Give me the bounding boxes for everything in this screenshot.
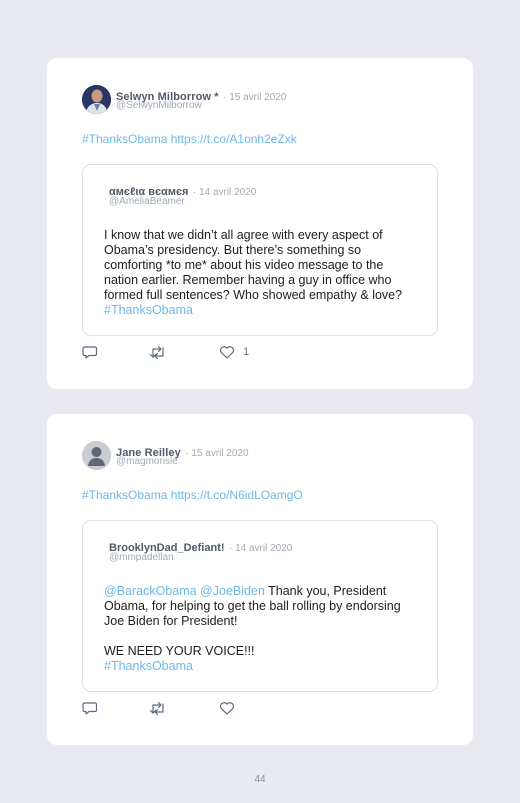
tweet-text[interactable]: #ThanksObama https://t.co/A1onh2eZxk bbox=[82, 132, 297, 146]
retweet-icon[interactable] bbox=[149, 345, 167, 361]
quoted-handle[interactable]: @AmeliaBeamer bbox=[109, 196, 185, 207]
quoted-handle[interactable]: @mmpadellan bbox=[109, 552, 174, 563]
hashtag-link[interactable]: #ThanksObama bbox=[104, 659, 193, 673]
author-handle[interactable]: @magmorisle bbox=[116, 456, 178, 467]
tweet-actions: 1 bbox=[82, 345, 282, 361]
quoted-text-segment: WE NEED YOUR VOICE!!! bbox=[104, 644, 255, 658]
avatar[interactable] bbox=[82, 85, 111, 114]
tweet-date[interactable]: · 15 avril 2020 bbox=[185, 448, 248, 459]
page-number: 44 bbox=[254, 774, 266, 785]
avatar[interactable] bbox=[82, 441, 111, 470]
tweet-text[interactable]: #ThanksObama https://t.co/N6idLOamgO bbox=[82, 488, 303, 502]
quoted-tweet[interactable]: αмєℓια вєαмєя · 14 avril 2020 @AmeliaBea… bbox=[82, 164, 438, 336]
hashtag-link[interactable]: #ThanksObama bbox=[104, 303, 193, 317]
retweet-icon[interactable] bbox=[149, 701, 167, 717]
heart-icon[interactable] bbox=[219, 701, 235, 717]
tweet-card: Selwyn Milborrow * · 15 avril 2020 @Selw… bbox=[47, 58, 473, 389]
tweet-card: Jane Reilley · 15 avril 2020 @magmorisle… bbox=[47, 414, 473, 745]
quoted-date: · 14 avril 2020 bbox=[192, 187, 257, 198]
reply-icon[interactable] bbox=[82, 701, 98, 717]
quoted-text: I know that we didn’t all agree with eve… bbox=[104, 228, 419, 318]
quoted-tweet[interactable]: BrooklynDad_Defiant! · 14 avril 2020 @mm… bbox=[82, 520, 438, 692]
tweet-date[interactable]: · 15 avril 2020 bbox=[223, 92, 286, 103]
tweet-actions bbox=[82, 701, 282, 717]
quoted-date: · 14 avril 2020 bbox=[228, 543, 293, 554]
mention-links[interactable]: @BarackObama @JoeBiden bbox=[104, 584, 265, 598]
quoted-text: @BarackObama @JoeBiden Thank you, Presid… bbox=[104, 584, 419, 674]
quoted-text-segment: I know that we didn’t all agree with eve… bbox=[104, 228, 403, 302]
reply-icon[interactable] bbox=[82, 345, 98, 361]
like-count: 1 bbox=[243, 346, 250, 358]
heart-icon[interactable] bbox=[219, 345, 235, 361]
author-handle[interactable]: @SelwynMilborrow bbox=[116, 100, 202, 111]
